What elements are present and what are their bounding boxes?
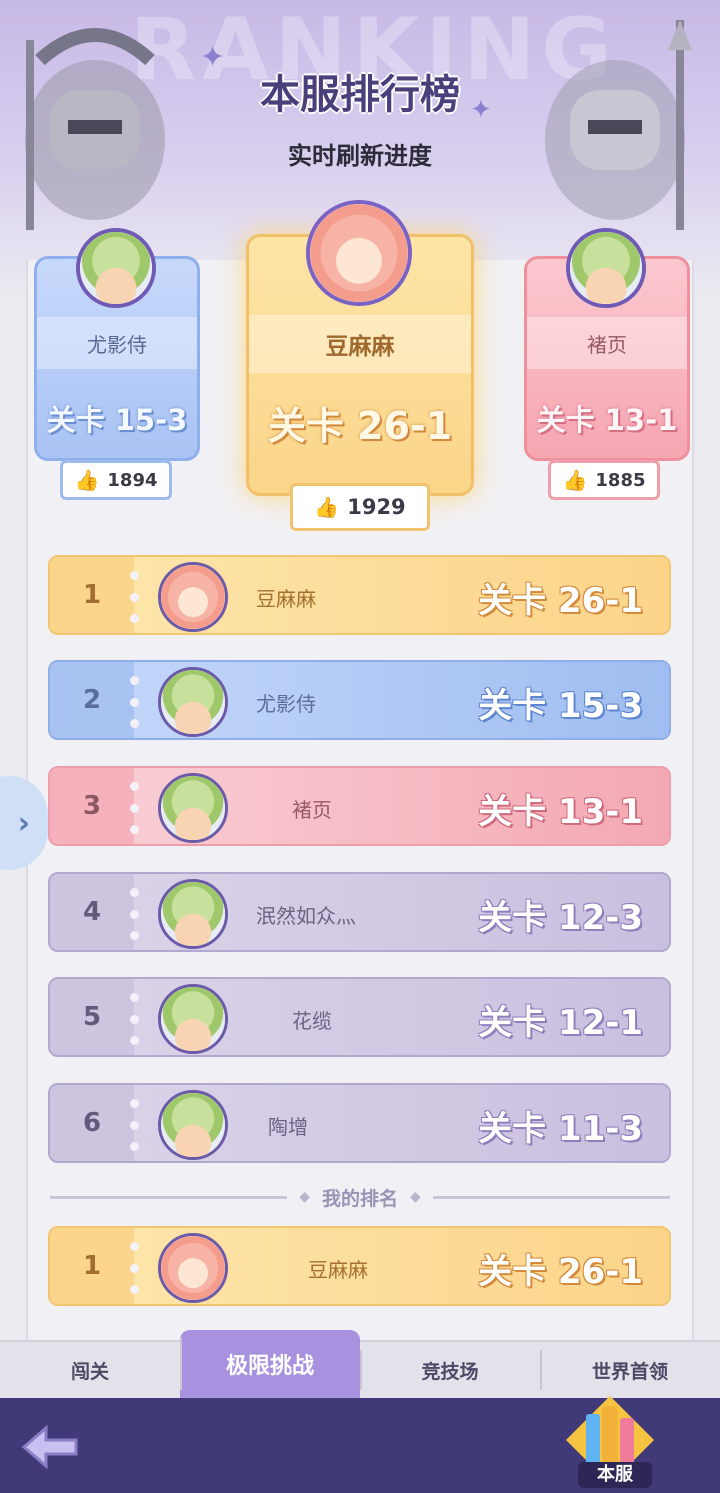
- like-count: 1885: [595, 469, 646, 491]
- avatar[interactable]: [158, 879, 228, 949]
- page-title: 本服排行榜: [260, 72, 460, 118]
- like-button[interactable]: 👍 1885: [548, 460, 660, 500]
- avatar[interactable]: [158, 1233, 228, 1303]
- stage-progress: 关卡 12-1: [478, 1002, 643, 1043]
- tab-stages[interactable]: 闯关: [0, 1342, 180, 1398]
- my-rank-label: 我的排名: [322, 1187, 399, 1210]
- player-name: 花缆: [292, 1008, 332, 1033]
- knight-right-decoration: [545, 20, 692, 230]
- rank-number: 1: [50, 557, 134, 633]
- avatar[interactable]: [566, 228, 646, 308]
- stage-progress: 关卡 13-1: [478, 791, 643, 832]
- rank-number: 5: [50, 979, 134, 1055]
- like-button[interactable]: 👍 1929: [290, 483, 430, 531]
- page-subtitle: 实时刷新进度: [288, 142, 432, 170]
- tab-arena[interactable]: 竞技场: [360, 1342, 540, 1398]
- podium-name: 尤影侍: [37, 317, 197, 369]
- ranking-row[interactable]: 3 褚页 关卡 13-1: [48, 766, 671, 846]
- podium-name: 豆麻麻: [249, 315, 471, 373]
- ranking-row[interactable]: 5 花缆 关卡 12-1: [48, 977, 671, 1057]
- thumbs-up-icon: 👍: [562, 468, 588, 492]
- stage-progress: 关卡 11-3: [478, 1108, 643, 1149]
- like-count: 1894: [107, 469, 158, 491]
- avatar[interactable]: [158, 773, 228, 843]
- tab-world-boss[interactable]: 世界首领: [540, 1342, 720, 1398]
- podium-stage: 关卡 15-3: [46, 403, 188, 437]
- knight-left-decoration: [25, 28, 165, 230]
- podium-stage: 关卡 13-1: [536, 403, 678, 437]
- thumbs-up-icon: 👍: [314, 495, 340, 519]
- ranking-row[interactable]: 4 泯然如众灬 关卡 12-3: [48, 872, 671, 952]
- avatar[interactable]: [76, 228, 156, 308]
- server-label: 本服: [578, 1462, 652, 1488]
- avatar[interactable]: [306, 200, 412, 306]
- ranking-row[interactable]: 1 豆麻麻 关卡 26-1: [48, 555, 671, 635]
- diamond-icon: ◆: [299, 1189, 310, 1205]
- like-button[interactable]: 👍 1894: [60, 460, 172, 500]
- avatar[interactable]: [158, 562, 228, 632]
- podium-name: 褚页: [527, 317, 687, 369]
- thumbs-up-icon: 👍: [74, 468, 100, 492]
- rank-number: 3: [50, 768, 134, 844]
- ranking-row[interactable]: 2 尤影侍 关卡 15-3: [48, 660, 671, 740]
- bottom-tab-bar: 闯关 极限挑战 竞技场 世界首领: [0, 1330, 720, 1398]
- tab-extreme-challenge[interactable]: 极限挑战: [180, 1330, 360, 1398]
- player-name: 泯然如众灬: [256, 903, 356, 928]
- ranking-row[interactable]: 6 陶增 关卡 11-3: [48, 1083, 671, 1163]
- avatar[interactable]: [158, 984, 228, 1054]
- rank-number: 1: [50, 1228, 134, 1304]
- rank-number: 6: [50, 1085, 134, 1161]
- rank-number: 4: [50, 874, 134, 950]
- player-name: 豆麻麻: [256, 586, 316, 611]
- my-rank-divider: ◆ 我的排名 ◆: [50, 1182, 671, 1212]
- back-arrow-icon: [21, 1424, 78, 1470]
- my-rank-row[interactable]: 1 豆麻麻 关卡 26-1: [48, 1226, 671, 1306]
- player-name: 陶增: [268, 1114, 308, 1139]
- stage-progress: 关卡 26-1: [478, 1251, 643, 1292]
- like-count: 1929: [347, 495, 406, 519]
- back-button[interactable]: [18, 1420, 82, 1474]
- diamond-icon: ◆: [410, 1189, 421, 1205]
- avatar[interactable]: [158, 1090, 228, 1160]
- player-name: 尤影侍: [256, 691, 316, 716]
- stage-progress: 关卡 15-3: [478, 685, 643, 726]
- stage-progress: 关卡 26-1: [478, 580, 643, 621]
- player-name: 褚页: [292, 797, 332, 822]
- chevron-right-icon: ›: [17, 805, 30, 841]
- rank-number: 2: [50, 662, 134, 738]
- stage-progress: 关卡 12-3: [478, 897, 643, 938]
- avatar[interactable]: [158, 667, 228, 737]
- podium-stage: 关卡 26-1: [267, 404, 453, 448]
- player-name: 豆麻麻: [308, 1257, 368, 1282]
